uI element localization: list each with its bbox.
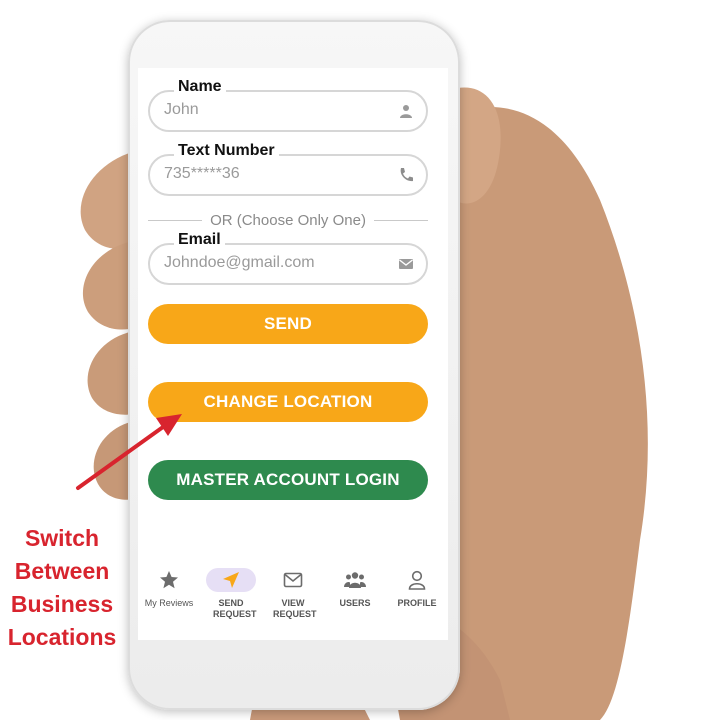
send-icon [223, 572, 239, 588]
or-divider-text: OR (Choose Only One) [210, 211, 366, 229]
star-icon [160, 571, 178, 589]
nav-label-send-request: SEND REQUEST [213, 598, 257, 619]
nav-item-my-reviews[interactable]: My Reviews [138, 568, 200, 609]
app-screen: Name John Text Number 735*****36 OR (Cho… [138, 68, 448, 640]
annotation-line-1: Switch [24, 525, 100, 551]
text-number-field[interactable]: Text Number 735*****36 [148, 142, 428, 196]
annotation-line-4: Locations [7, 624, 117, 650]
name-field[interactable]: Name John [148, 78, 428, 132]
annotation-text: Switch Between Business Locations [0, 522, 124, 654]
nav-item-users[interactable]: USERS [324, 568, 386, 609]
users-icon [344, 572, 366, 588]
mail-icon [399, 259, 413, 269]
change-location-button[interactable]: CHANGE LOCATION [148, 382, 428, 422]
text-number-label: Text Number [174, 142, 279, 160]
master-account-login-button[interactable]: MASTER ACCOUNT LOGIN [148, 460, 428, 500]
person-icon [400, 105, 412, 118]
phone-icon [400, 168, 413, 182]
or-divider: OR (Choose Only One) [148, 210, 429, 230]
nav-label-users: USERS [339, 598, 371, 608]
name-label: Name [174, 78, 226, 96]
text-number-value: 735*****36 [164, 165, 240, 182]
nav-label-profile: PROFILE [397, 598, 437, 608]
nav-label-view-request: VIEW REQUEST [273, 598, 317, 619]
active-nav-indicator [206, 568, 256, 592]
annotation-line-2: Between [14, 558, 110, 584]
email-value: Johndoe@gmail.com [164, 254, 315, 271]
email-field[interactable]: Email Johndoe@gmail.com [148, 231, 428, 285]
envelope-icon [283, 572, 303, 588]
email-label: Email [174, 231, 225, 249]
send-button[interactable]: SEND [148, 304, 428, 344]
user-icon [408, 570, 426, 590]
annotation-line-3: Business [10, 591, 114, 617]
name-value: John [164, 101, 199, 118]
nav-label-my-reviews: My Reviews [144, 598, 194, 608]
nav-item-profile[interactable]: PROFILE [386, 568, 448, 609]
nav-item-view-request[interactable]: VIEW REQUEST [262, 568, 324, 620]
nav-item-send-request[interactable]: SEND REQUEST [200, 568, 262, 620]
bottom-nav: My Reviews SEND REQUEST VIEW REQUEST USE… [138, 568, 448, 630]
